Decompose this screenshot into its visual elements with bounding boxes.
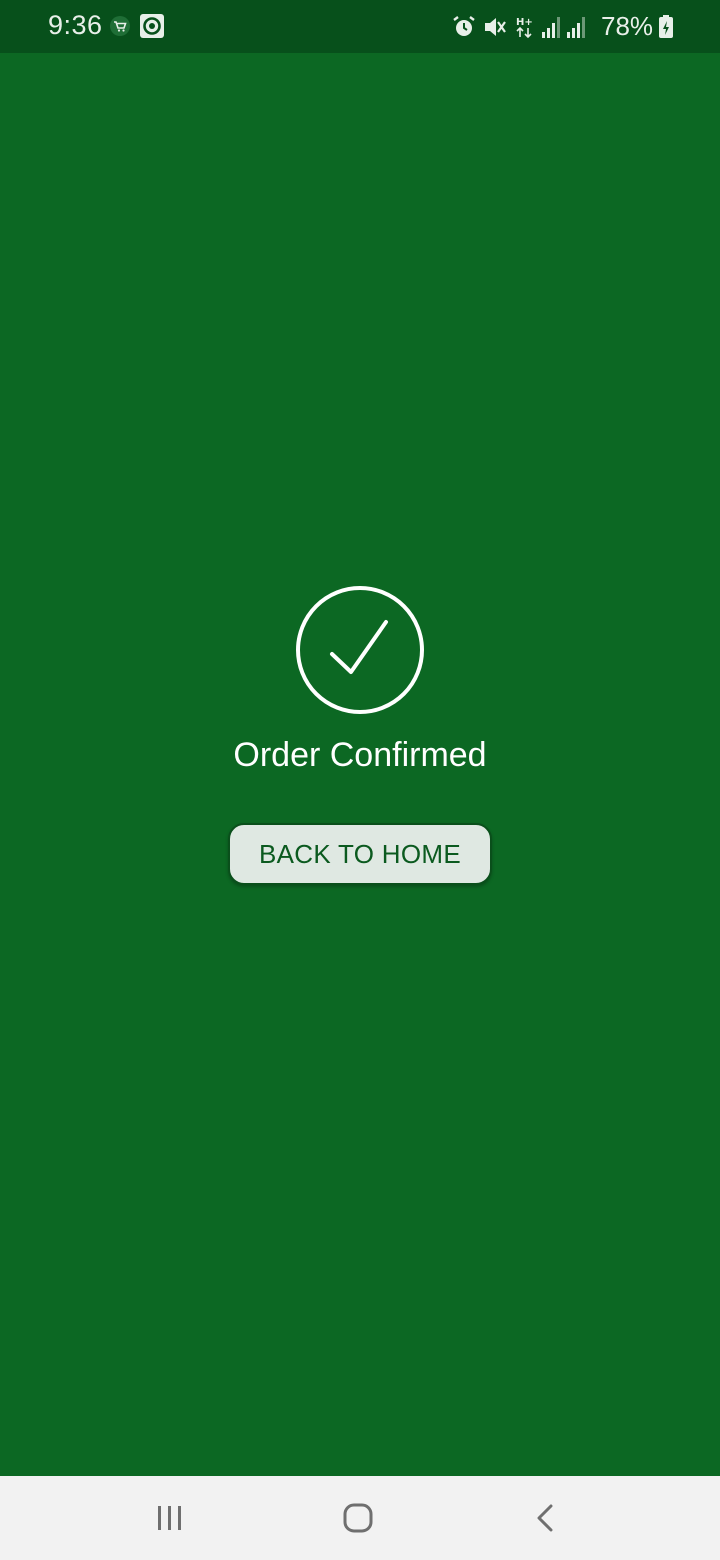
back-to-home-button[interactable]: BACK TO HOME	[228, 823, 492, 885]
screen: 9:36 H+ 78% Order Confirmed BACK TO HOME	[0, 0, 720, 1560]
status-bar: 9:36 H+ 78%	[0, 0, 720, 53]
recent-apps-icon[interactable]	[148, 1498, 192, 1538]
signal-icon	[566, 14, 588, 40]
network-h-plus-icon: H+	[515, 14, 535, 40]
back-icon[interactable]	[524, 1498, 568, 1538]
mute-icon	[482, 14, 508, 40]
order-confirmation-panel: Order Confirmed BACK TO HOME	[0, 53, 720, 1476]
alarm-icon	[451, 14, 477, 40]
shopping-cart-icon	[109, 15, 131, 41]
navigation-bar	[0, 1476, 720, 1560]
battery-charging-icon	[658, 14, 674, 40]
svg-text:H+: H+	[516, 17, 533, 28]
home-icon[interactable]	[336, 1498, 380, 1538]
target-app-icon	[139, 13, 165, 39]
confirmation-title: Order Confirmed	[233, 736, 487, 774]
battery-percent: 78%	[601, 11, 654, 41]
signal-icon	[541, 14, 563, 40]
check-circle-icon	[294, 584, 426, 716]
status-time: 9:36	[48, 10, 103, 40]
